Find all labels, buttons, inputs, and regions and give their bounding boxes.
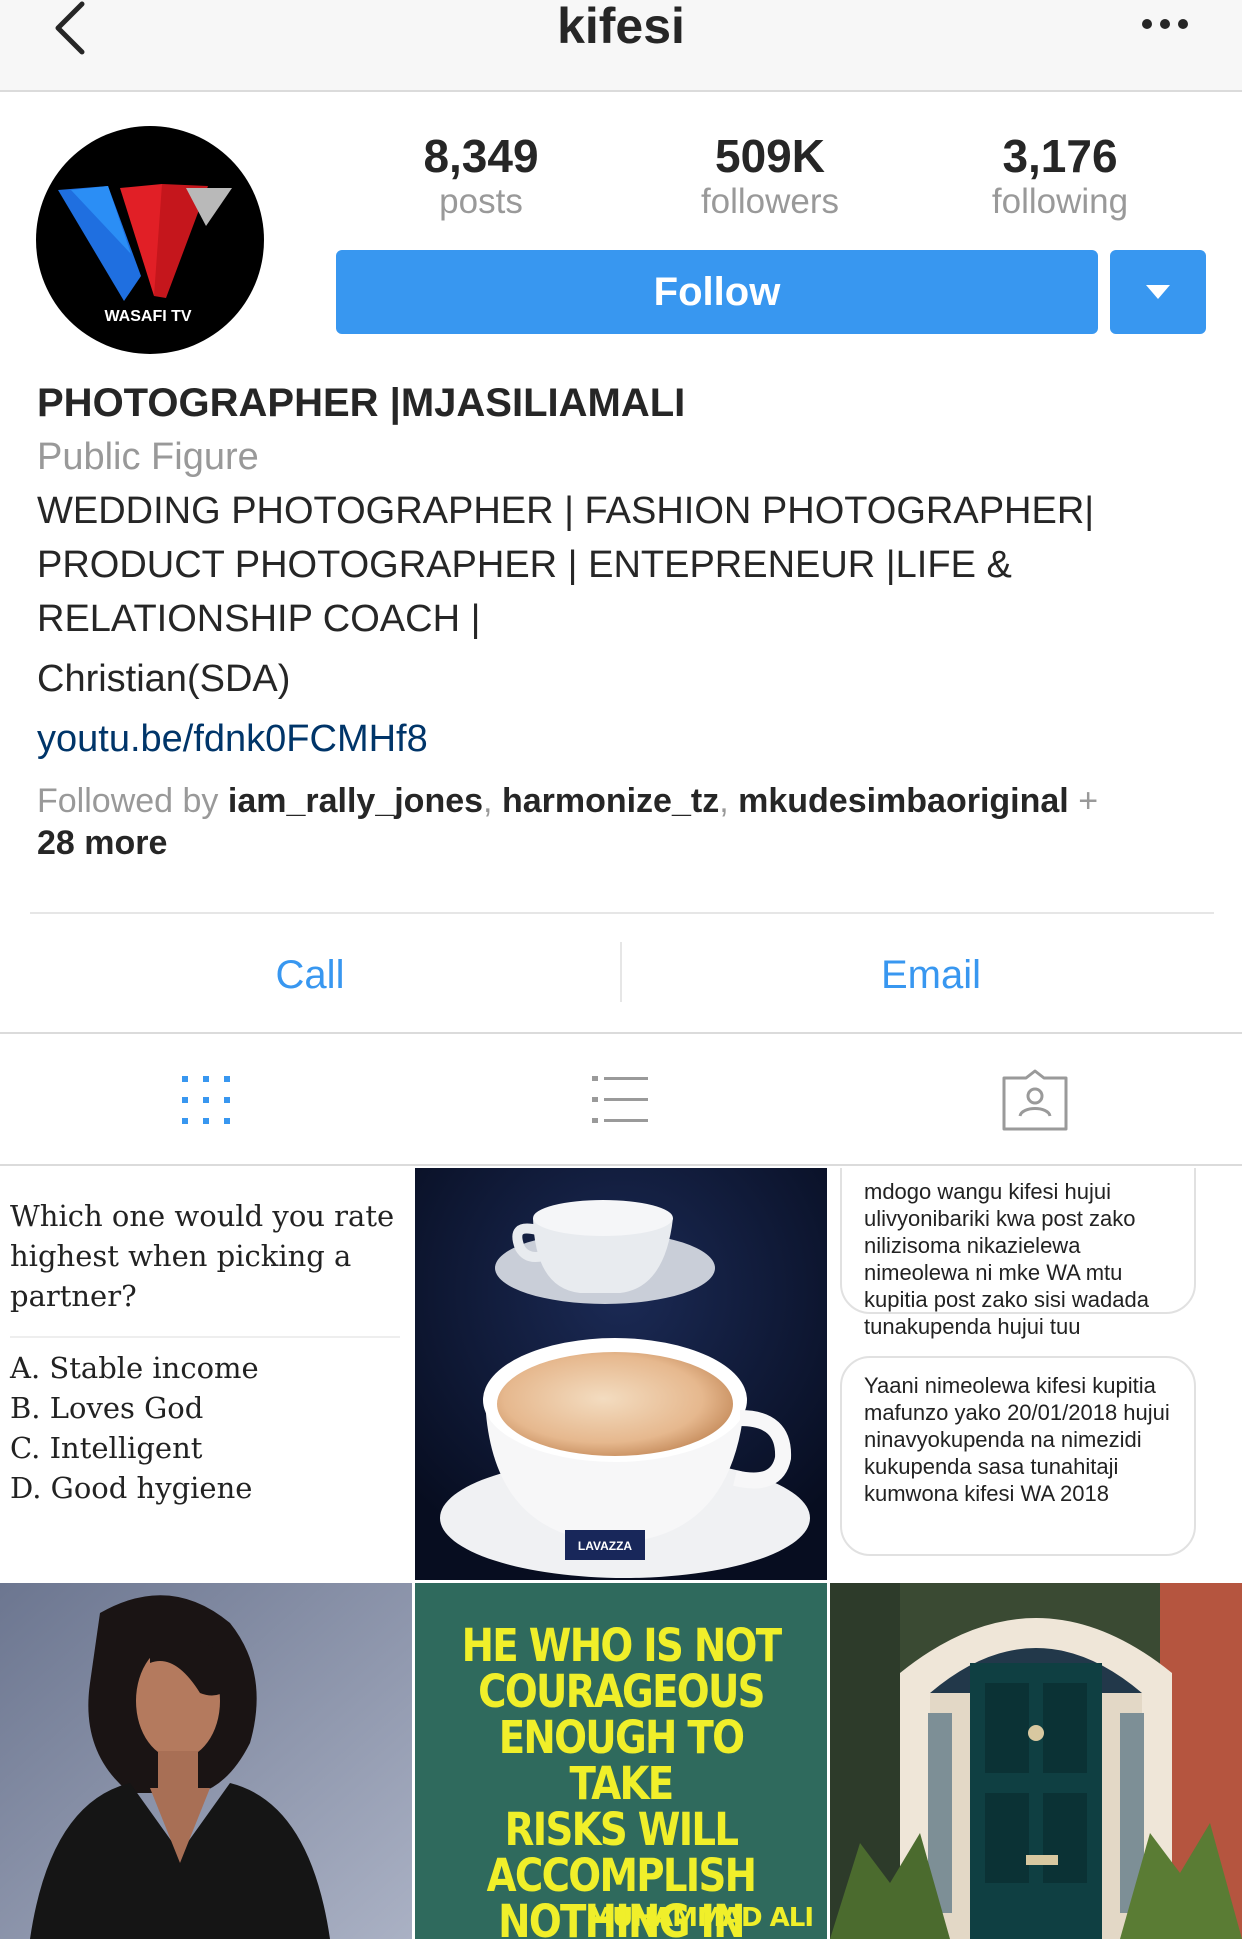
followed-by[interactable]: Followed by iam_rally_jones, harmonize_t… — [37, 780, 1207, 864]
caret-down-icon — [1146, 285, 1170, 299]
posts-label: posts — [439, 182, 523, 221]
tab-grid[interactable] — [156, 1060, 256, 1140]
list-icon — [592, 1076, 648, 1123]
divider — [10, 1336, 400, 1338]
post-thumbnail-door[interactable] — [830, 1583, 1242, 1939]
post-thumbnail-comments[interactable]: mdogo wangu kifesi hujui ulivyonibariki … — [830, 1168, 1242, 1580]
stat-posts[interactable]: 8,349 posts — [366, 130, 596, 222]
quote-line: ACCOMPLISH — [486, 1849, 757, 1902]
quiz-option: D. Good hygiene — [10, 1471, 253, 1505]
tagged-icon — [1002, 1069, 1068, 1131]
divider — [0, 1164, 1242, 1166]
door-image — [830, 1583, 1242, 1939]
tab-tagged[interactable] — [985, 1060, 1085, 1140]
quiz-option: B. Loves God — [10, 1391, 204, 1425]
follow-button[interactable]: Follow — [336, 250, 1098, 334]
quote-line: HE WHO IS NOT — [461, 1619, 783, 1672]
followed-by-more[interactable]: 28 more — [37, 824, 167, 862]
grid-icon — [182, 1076, 230, 1124]
call-button[interactable]: Call — [0, 940, 620, 1010]
followed-by-prefix: Followed by — [37, 782, 228, 820]
post-thumbnail-coffee[interactable]: LAVAZZA — [415, 1168, 827, 1580]
quote-line: ENOUGH TO TAKE — [498, 1711, 745, 1810]
quote-text: HE WHO IS NOT COURAGEOUS ENOUGH TO TAKE … — [444, 1623, 798, 1939]
follower-name[interactable]: harmonize_tz — [502, 782, 719, 820]
top-nav-bar: kifesi — [0, 0, 1242, 92]
avatar-label: WASAFI TV — [104, 308, 191, 325]
suggested-dropdown-button[interactable] — [1110, 250, 1206, 334]
post-thumbnail-quote[interactable]: HE WHO IS NOT COURAGEOUS ENOUGH TO TAKE … — [415, 1583, 827, 1939]
email-button[interactable]: Email — [621, 940, 1241, 1010]
followers-label: followers — [700, 182, 840, 221]
stat-followers[interactable]: 509K followers — [655, 130, 885, 222]
stat-following[interactable]: 3,176 following — [945, 130, 1175, 222]
quiz-option: C. Intelligent — [10, 1431, 203, 1465]
follower-name[interactable]: iam_rally_jones — [228, 782, 483, 820]
posts-count: 8,349 — [423, 130, 539, 182]
profile-category: Public Figure — [37, 436, 259, 478]
comment-bubble: mdogo wangu kifesi hujui ulivyonibariki … — [840, 1168, 1196, 1339]
following-count: 3,176 — [1002, 130, 1118, 182]
bio-line-2: PRODUCT PHOTOGRAPHER | ENTEPRENEUR |LIFE… — [37, 544, 1012, 586]
more-options-icon[interactable] — [1140, 14, 1190, 34]
post-thumbnail-portrait[interactable] — [0, 1583, 412, 1939]
quiz-option: A. Stable income — [10, 1351, 259, 1385]
profile-name: PHOTOGRAPHER |MJASILIAMALI — [37, 381, 686, 425]
cup-brand: LAVAZZA — [578, 1539, 633, 1553]
divider — [0, 1032, 1242, 1034]
quote-line: COURAGEOUS — [478, 1665, 765, 1718]
portrait-image — [0, 1583, 412, 1939]
comment-bubble: Yaani nimeolewa kifesi kupitia mafunzo y… — [840, 1356, 1196, 1556]
bio-line-4: Christian(SDA) — [37, 658, 291, 700]
coffee-cups-image: LAVAZZA — [415, 1168, 827, 1580]
quote-author: MUHAMMAD ALI — [587, 1903, 814, 1933]
bio-section: PHOTOGRAPHER |MJASILIAMALI Public Figure… — [37, 376, 1207, 864]
page-title: kifesi — [557, 0, 685, 54]
post-thumbnail-quiz[interactable]: Which one would you rate highest when pi… — [0, 1168, 412, 1580]
quote-line: RISKS WILL — [504, 1803, 739, 1856]
follower-name[interactable]: mkudesimbaoriginal — [738, 782, 1069, 820]
avatar[interactable]: WASAFI TV — [36, 126, 264, 354]
quiz-question: Which one would you rate highest when pi… — [10, 1199, 395, 1313]
quiz-graphic: Which one would you rate highest when pi… — [10, 1196, 405, 1508]
bio-link[interactable]: youtu.be/fdnk0FCMHf8 — [37, 712, 1207, 766]
following-label: following — [991, 182, 1129, 221]
followers-count: 509K — [715, 130, 825, 182]
bio-line-3: RELATIONSHIP COACH | — [37, 598, 481, 640]
tab-list[interactable] — [570, 1060, 670, 1140]
divider — [30, 912, 1214, 914]
bio-line-1: WEDDING PHOTOGRAPHER | FASHION PHOTOGRAP… — [37, 490, 1095, 532]
